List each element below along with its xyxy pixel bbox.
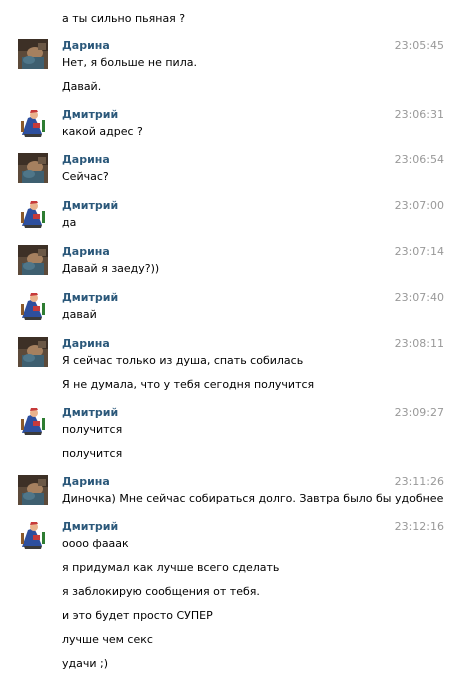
message-time[interactable]: 23:12:16 [395,520,444,533]
previous-message-line: а ты сильно пьяная ? [62,12,186,25]
message-author[interactable]: Дарина [62,153,110,166]
message-text: и это будет просто СУПЕР [62,609,213,622]
darina-avatar[interactable] [18,245,48,275]
message-text: оооо фааак [62,537,129,550]
message-time[interactable]: 23:07:14 [395,245,444,258]
message-text: какой адрес ? [62,125,143,138]
message-text: Сейчас? [62,170,109,183]
dmitry-avatar[interactable] [18,199,48,229]
darina-avatar[interactable] [18,39,48,69]
message-time[interactable]: 23:05:45 [395,39,444,52]
message-author[interactable]: Дмитрий [62,291,118,304]
dmitry-avatar[interactable] [18,520,48,550]
message-text: Диночка) Мне сейчас собираться долго. За… [62,492,444,505]
message-text: удачи ;) [62,657,108,670]
message-time[interactable]: 23:09:27 [395,406,444,419]
message-text: я заблокирую сообщения от тебя. [62,585,260,598]
message-author[interactable]: Дмитрий [62,520,118,533]
message-time[interactable]: 23:06:31 [395,108,444,121]
message-author[interactable]: Дарина [62,245,110,258]
message-text: давай [62,308,97,321]
message-text: да [62,216,77,229]
message-text: Давай я заеду?)) [62,262,160,275]
message-text: получится [62,423,123,436]
dmitry-avatar[interactable] [18,291,48,321]
message-author[interactable]: Дмитрий [62,108,118,121]
darina-avatar[interactable] [18,475,48,505]
message-time[interactable]: 23:07:40 [395,291,444,304]
dmitry-avatar[interactable] [18,406,48,436]
message-time[interactable]: 23:06:54 [395,153,444,166]
message-text: Давай. [62,80,102,93]
message-author[interactable]: Дарина [62,475,110,488]
message-author[interactable]: Дарина [62,337,110,350]
message-text: Я не думала, что у тебя сегодня получитс… [62,378,315,391]
message-text: Нет, я больше не пила. [62,56,197,69]
dmitry-avatar[interactable] [18,108,48,138]
message-time[interactable]: 23:07:00 [395,199,444,212]
message-time[interactable]: 23:08:11 [395,337,444,350]
message-text: лучше чем секс [62,633,153,646]
message-text: я придумал как лучше всего сделать [62,561,280,574]
message-author[interactable]: Дарина [62,39,110,52]
chat-history: а ты сильно пьяная ? Дарина 23:05:45 Нет… [0,0,461,700]
message-time[interactable]: 23:11:26 [395,475,444,488]
darina-avatar[interactable] [18,337,48,367]
message-author[interactable]: Дмитрий [62,406,118,419]
message-text: Я сейчас только из душа, спать собилась [62,354,304,367]
message-text: получится [62,447,123,460]
darina-avatar[interactable] [18,153,48,183]
message-author[interactable]: Дмитрий [62,199,118,212]
